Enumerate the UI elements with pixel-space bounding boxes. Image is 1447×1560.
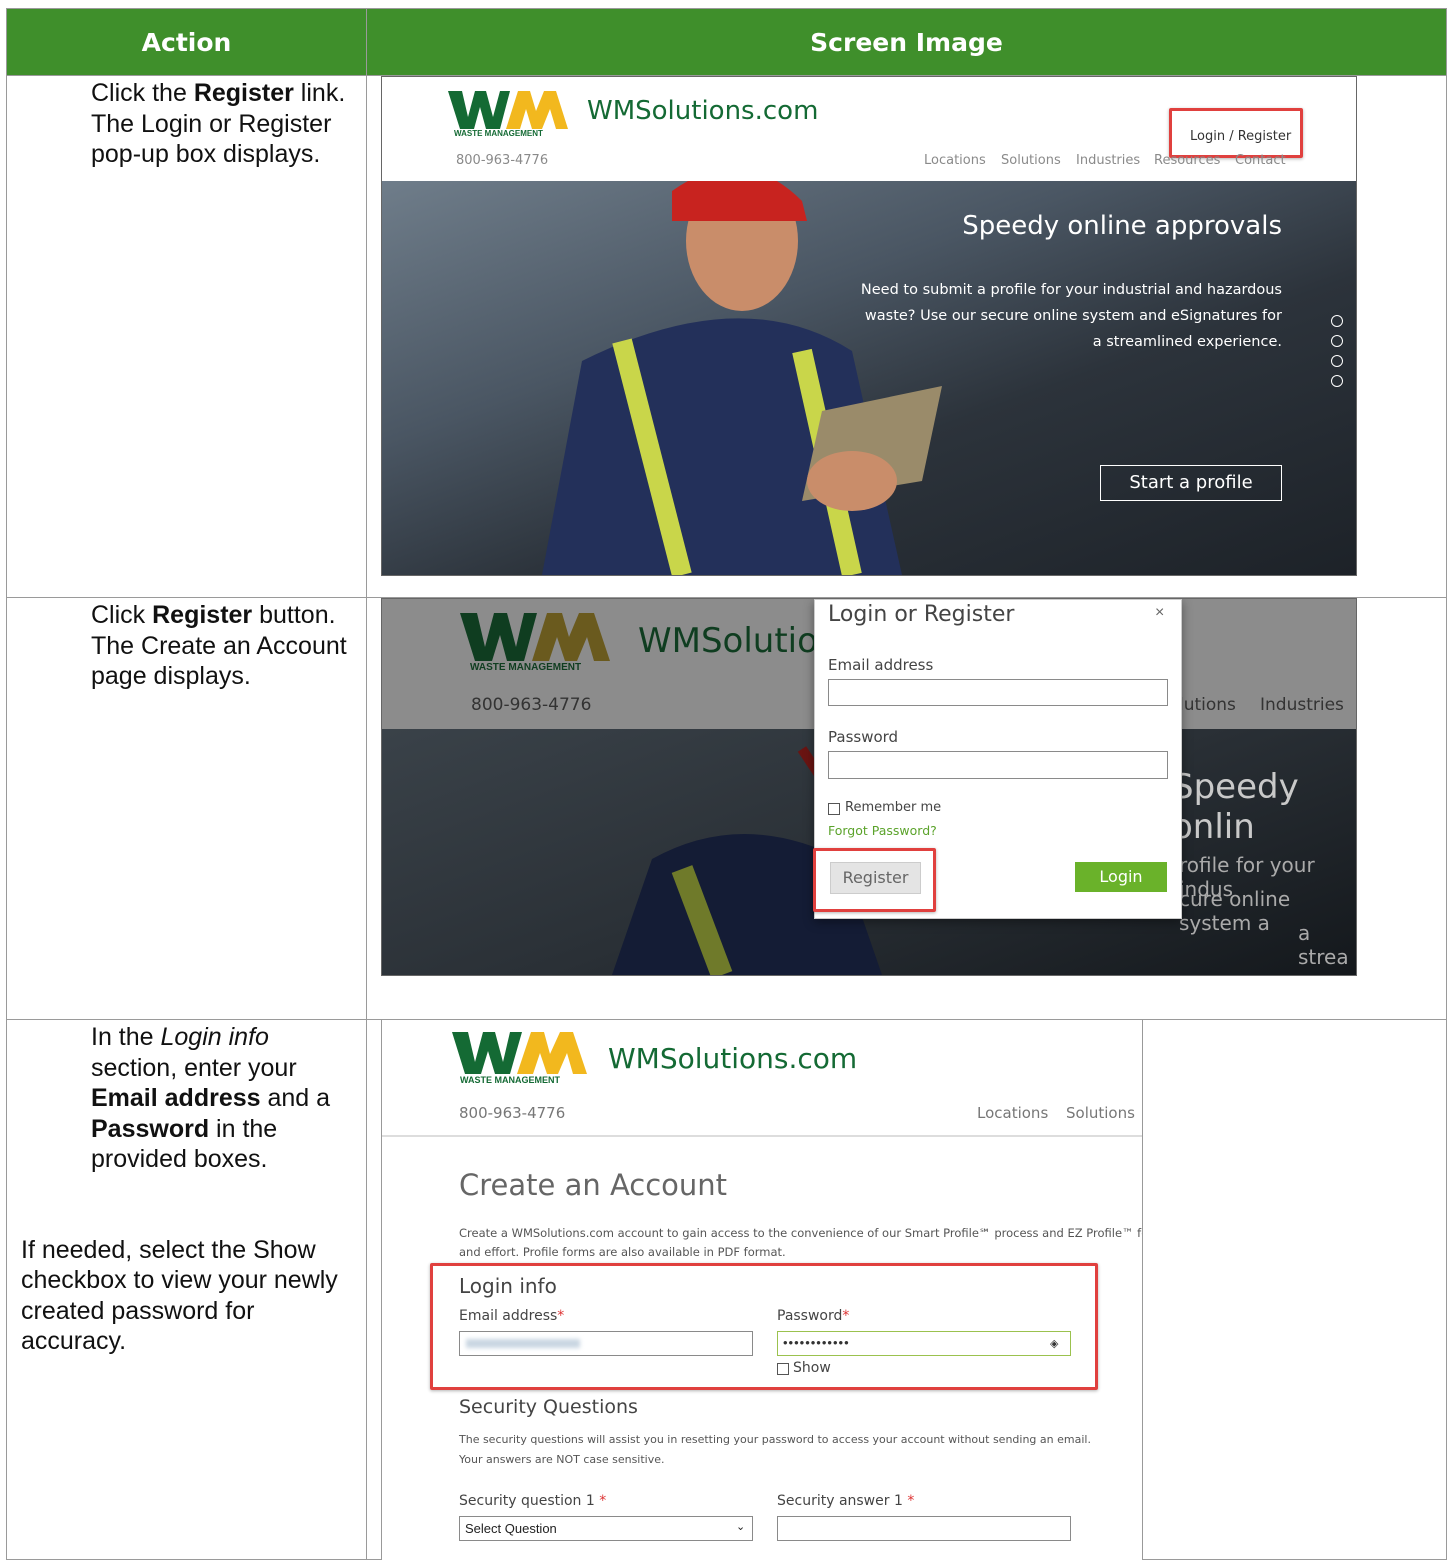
security-text: The security questions will assist you i…: [459, 1430, 1091, 1470]
action-header: Action: [6, 8, 367, 76]
step-3-cell: 3.In the Login info section, enter your …: [6, 1019, 367, 1560]
phone-number: 800-963-4776: [459, 1104, 566, 1122]
screen-image-header: Screen Image: [366, 8, 1447, 76]
nav-industries[interactable]: Industries: [1260, 695, 1344, 715]
security-line: Your answers are NOT case sensitive.: [459, 1453, 665, 1466]
close-icon[interactable]: ×: [1155, 604, 1164, 622]
site-name: WMSolutio: [638, 621, 818, 661]
carousel-dots[interactable]: [1331, 315, 1343, 387]
password-label: Password: [828, 728, 899, 746]
hero-line: a strea: [1298, 921, 1349, 969]
hero-banner: Speedy online approvals Need to submit a…: [382, 181, 1356, 575]
step-bold: Register: [152, 601, 253, 629]
email-input[interactable]: [828, 679, 1168, 706]
step-3-note: If needed, select the Show checkbox to v…: [21, 1235, 338, 1356]
highlight-box: [430, 1263, 1098, 1390]
step-text: Click the: [91, 79, 194, 107]
hero-description: Need to submit a profile for your indust…: [861, 277, 1282, 355]
screenshot-homepage: WASTE MANAGEMENT WMSolutions.com 800-963…: [381, 76, 1357, 576]
phone-number: 800-963-4776: [471, 695, 592, 715]
intro-text: Create a WMSolutions.com account to gain…: [459, 1224, 1143, 1262]
wm-logo-icon: WASTE MANAGEMENT: [452, 1032, 587, 1085]
hero-title: Speedy onlin: [1172, 767, 1299, 847]
carousel-dot[interactable]: [1331, 315, 1343, 327]
step-text: section, enter your: [91, 1053, 297, 1082]
security-question-1-label: Security question 1 *: [459, 1493, 606, 1509]
nav-industries[interactable]: Industries: [1076, 153, 1140, 168]
screen-1-cell: WASTE MANAGEMENT WMSolutions.com 800-963…: [366, 75, 1447, 598]
screen-3-cell: WASTE MANAGEMENT WMSolutions.com 800-963…: [366, 1019, 1447, 1560]
site-name: WMSolutions.com: [587, 96, 819, 126]
nav-solutions[interactable]: Solutions: [1066, 1104, 1135, 1122]
security-answer-1-input[interactable]: [777, 1516, 1071, 1541]
wm-logo-icon: WASTE MANAGEMENT: [460, 613, 610, 673]
label-text: Security question 1: [459, 1493, 595, 1509]
phone-number: 800-963-4776: [456, 153, 549, 168]
step-2-text: 2.Click Register button. The Create an A…: [21, 600, 352, 692]
step-text: In the: [91, 1023, 161, 1051]
nav-resources[interactable]: Resources: [1154, 153, 1220, 168]
step-bold: Email address: [91, 1084, 261, 1112]
remember-label: Remember me: [845, 800, 942, 815]
intro-line: Create a WMSolutions.com account to gain…: [459, 1226, 1143, 1240]
security-answer-1-label: Security answer 1 *: [777, 1493, 914, 1509]
intro-line: and effort. Profile forms are also avail…: [459, 1245, 786, 1259]
password-input[interactable]: [828, 751, 1168, 779]
nav-solutions[interactable]: lutions: [1179, 695, 1236, 715]
carousel-dot[interactable]: [1331, 335, 1343, 347]
nav-solutions[interactable]: Solutions: [1001, 153, 1061, 168]
step-1-cell: 1.Click the Register link. The Login or …: [6, 75, 367, 598]
highlight-box: [1169, 108, 1303, 158]
step-bold: Password: [91, 1114, 210, 1143]
highlight-box: [813, 848, 936, 912]
step-number: 3.: [21, 1022, 91, 1053]
security-line: The security questions will assist you i…: [459, 1433, 1091, 1446]
label-text: Security answer 1: [777, 1493, 903, 1509]
instruction-table: Action Screen Image 1.Click the Register…: [6, 8, 1447, 1560]
step-number: 2.: [21, 600, 91, 631]
security-question-1-select[interactable]: Select Question ⌄: [459, 1516, 753, 1541]
hero-title: Speedy online approvals: [962, 211, 1282, 241]
nav-locations[interactable]: Locations: [977, 1104, 1048, 1122]
carousel-dot[interactable]: [1331, 355, 1343, 367]
step-3-text: 3.In the Login info section, enter your …: [21, 1022, 352, 1175]
hero-line: waste? Use our secure online system and …: [864, 308, 1282, 324]
step-text: Click: [91, 601, 153, 629]
step-1-text: 1.Click the Register link. The Login or …: [21, 78, 352, 170]
nav-locations[interactable]: Locations: [924, 153, 986, 168]
remember-checkbox[interactable]: [828, 803, 840, 815]
select-value: Select Question: [465, 1521, 557, 1536]
forgot-password-link[interactable]: Forgot Password?: [828, 823, 937, 838]
login-button[interactable]: Login: [1075, 862, 1167, 892]
step-bold: Register: [193, 79, 294, 107]
svg-text:WASTE MANAGEMENT: WASTE MANAGEMENT: [460, 1075, 561, 1085]
page-title: Create an Account: [459, 1168, 728, 1202]
required-marker: *: [599, 1493, 607, 1509]
modal-title: Login or Register: [828, 602, 1015, 627]
step-2-cell: 2.Click Register button. The Create an A…: [6, 597, 367, 1020]
screenshot-login-modal: WASTE MANAGEMENT WMSolutio 800-963-4776 …: [381, 598, 1357, 976]
site-name: WMSolutions.com: [608, 1042, 858, 1075]
svg-text:WASTE MANAGEMENT: WASTE MANAGEMENT: [454, 129, 543, 137]
screen-2-cell: WASTE MANAGEMENT WMSolutio 800-963-4776 …: [366, 597, 1447, 1020]
wm-logo-icon: WASTE MANAGEMENT: [448, 91, 568, 137]
step-italic: Login info: [160, 1023, 269, 1051]
step-number: 1.: [21, 78, 91, 109]
nav-contact[interactable]: Contact: [1235, 153, 1286, 168]
step-text: and a: [260, 1084, 331, 1112]
hero-line: a streamlined experience.: [1092, 334, 1282, 350]
email-label: Email address: [828, 656, 934, 674]
header-divider: [382, 1135, 1142, 1137]
required-marker: *: [907, 1493, 915, 1509]
carousel-dot[interactable]: [1331, 375, 1343, 387]
hero-line: Need to submit a profile for your indust…: [860, 282, 1282, 298]
screenshot-create-account: WASTE MANAGEMENT WMSolutions.com 800-963…: [381, 1020, 1143, 1560]
chevron-down-icon: ⌄: [736, 1521, 746, 1533]
security-questions-heading: Security Questions: [459, 1396, 638, 1418]
svg-text:WASTE MANAGEMENT: WASTE MANAGEMENT: [470, 662, 581, 673]
start-profile-button[interactable]: Start a profile: [1100, 465, 1282, 501]
